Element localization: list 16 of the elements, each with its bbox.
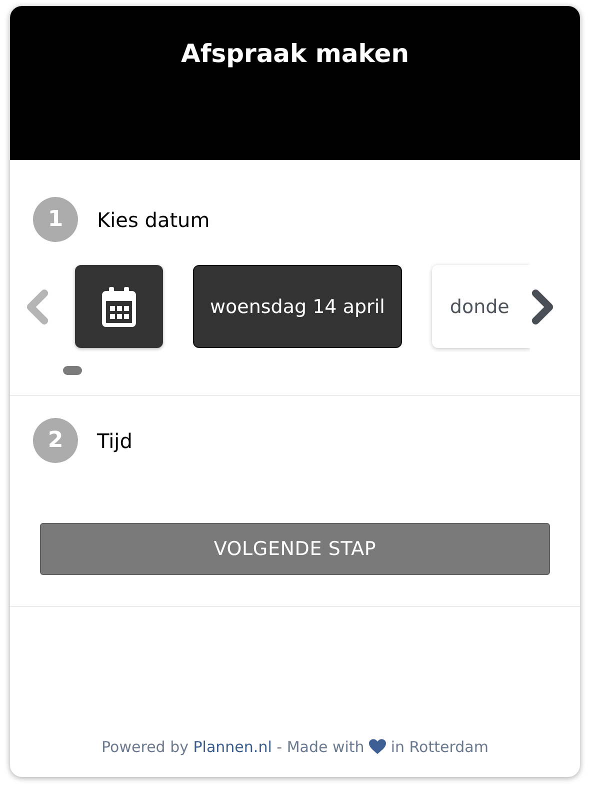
page-title: Afspraak maken [180, 39, 410, 69]
step-number: 1 [33, 197, 78, 242]
footer-text: Powered by Plannen.nl - Made with in Rotterdam [102, 737, 488, 757]
next-button[interactable] [530, 288, 555, 324]
calendar-icon [102, 286, 136, 326]
step-label: Kies datum [97, 206, 210, 232]
scroll-thumb[interactable] [63, 366, 82, 375]
plannen-link[interactable]: Plannen.nl [193, 738, 272, 756]
chevron-left-icon [25, 288, 50, 324]
calendar-button[interactable] [75, 265, 163, 348]
date-option[interactable]: donde [432, 265, 530, 348]
step-label: Tijd [97, 428, 132, 454]
chevron-right-icon [530, 288, 555, 324]
heart-icon [369, 739, 386, 754]
step-number: 2 [33, 418, 78, 463]
date-option[interactable]: woensdag 14 april [193, 265, 402, 348]
